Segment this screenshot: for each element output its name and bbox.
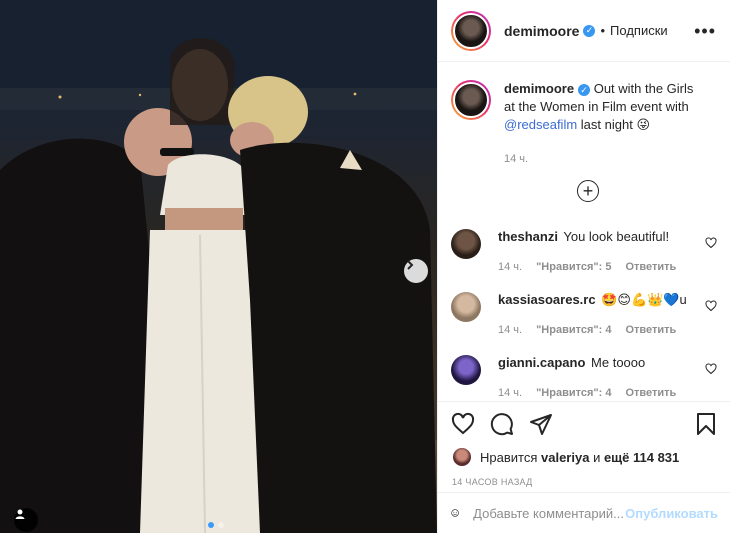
caption-text-end: last night 😜 (580, 117, 650, 132)
post-actions: Нравится valeriya и ещё 114 831 14 ЧАСОВ… (438, 401, 730, 533)
carousel-dot (218, 522, 224, 528)
heart-icon[interactable] (705, 300, 717, 312)
heart-icon[interactable] (705, 237, 717, 249)
post-timestamp[interactable]: 14 ЧАСОВ НАЗАД (438, 477, 730, 487)
post-side-panel: demimoore ✓ • Подписки ••• demimoore ✓ Ou… (437, 0, 730, 533)
comment-likes[interactable]: "Нравится": 4 (536, 322, 611, 338)
bookmark-icon[interactable] (694, 412, 718, 436)
likes-middle: и (593, 449, 601, 465)
chevron-right-icon (407, 260, 414, 270)
comment-item: theshanzi You look beautiful! 14 ч. "Нра… (451, 229, 721, 275)
comment-item: kassiasoares.rc 🤩😊💪👑💙u 14 ч. "Нравится":… (451, 292, 721, 338)
comment-time[interactable]: 14 ч. (498, 385, 522, 401)
publish-button[interactable]: Опубликовать (625, 506, 718, 521)
header-separator: • (600, 23, 606, 38)
add-comment-bar: Опубликовать (438, 492, 730, 533)
action-bar (438, 402, 730, 446)
liker-username[interactable]: valeriya (541, 450, 589, 465)
likes-summary: Нравится valeriya и ещё 114 831 (438, 446, 730, 468)
comment-text: You look beautiful! (563, 229, 670, 244)
comment-text: Me toooo (591, 355, 646, 370)
comment-username[interactable]: theshanzi (498, 229, 558, 244)
comment-text: 🤩😊💪👑💙u (601, 292, 687, 307)
caption-time[interactable]: 14 ч. (504, 150, 704, 168)
following-button[interactable]: Подписки (610, 23, 668, 38)
caption-avatar[interactable] (451, 80, 491, 120)
liker-avatar[interactable] (452, 447, 472, 467)
comment-reply-button[interactable]: Ответить (625, 385, 676, 401)
carousel-dot-active (208, 522, 214, 528)
post-photo[interactable] (0, 0, 437, 533)
likes-count-button[interactable]: ещё 114 831 (604, 450, 679, 465)
verified-badge-icon: ✓ (578, 83, 591, 96)
heart-icon[interactable] (705, 363, 717, 375)
comment-likes[interactable]: "Нравится": 5 (536, 259, 611, 275)
comment-time[interactable]: 14 ч. (498, 322, 522, 338)
comments-list[interactable]: demimoore ✓ Out with the Girls at the Wom… (438, 63, 730, 401)
comment-time[interactable]: 14 ч. (498, 259, 522, 275)
caption-mention-link[interactable]: @redseafilm (504, 117, 577, 132)
comment-likes[interactable]: "Нравится": 4 (536, 385, 611, 401)
comment-avatar[interactable] (451, 355, 481, 385)
caption-username[interactable]: demimoore (504, 81, 574, 96)
photo-scene (0, 0, 437, 533)
verified-badge-icon: ✓ (583, 24, 596, 37)
comment-item: gianni.capano Me toooo 14 ч. "Нравится":… (451, 355, 721, 401)
post-caption: demimoore ✓ Out with the Girls at the Wom… (438, 63, 730, 168)
next-photo-button[interactable] (404, 259, 428, 283)
comment-input[interactable] (473, 505, 626, 521)
comment-avatar[interactable] (451, 292, 481, 322)
post-header: demimoore ✓ • Подписки ••• (438, 0, 730, 62)
comment-reply-button[interactable]: Ответить (625, 322, 676, 338)
like-heart-icon[interactable] (451, 412, 475, 436)
tagged-users-button[interactable] (14, 508, 38, 532)
carousel-indicator (208, 522, 224, 528)
more-options-icon[interactable]: ••• (694, 22, 716, 40)
comment-bubble-icon[interactable] (490, 412, 514, 436)
user-icon (15, 509, 25, 519)
likes-prefix: Нравится (480, 449, 538, 465)
emoji-icon[interactable] (451, 501, 459, 525)
comment-username[interactable]: gianni.capano (498, 355, 585, 370)
comment-reply-button[interactable]: Ответить (625, 259, 676, 275)
comment-avatar[interactable] (451, 229, 481, 259)
author-avatar[interactable] (451, 10, 491, 51)
load-more-comments-button[interactable]: + (577, 180, 599, 202)
comment-username[interactable]: kassiasoares.rc (498, 292, 596, 307)
author-username[interactable]: demimoore (504, 23, 579, 39)
share-icon[interactable] (529, 412, 553, 436)
